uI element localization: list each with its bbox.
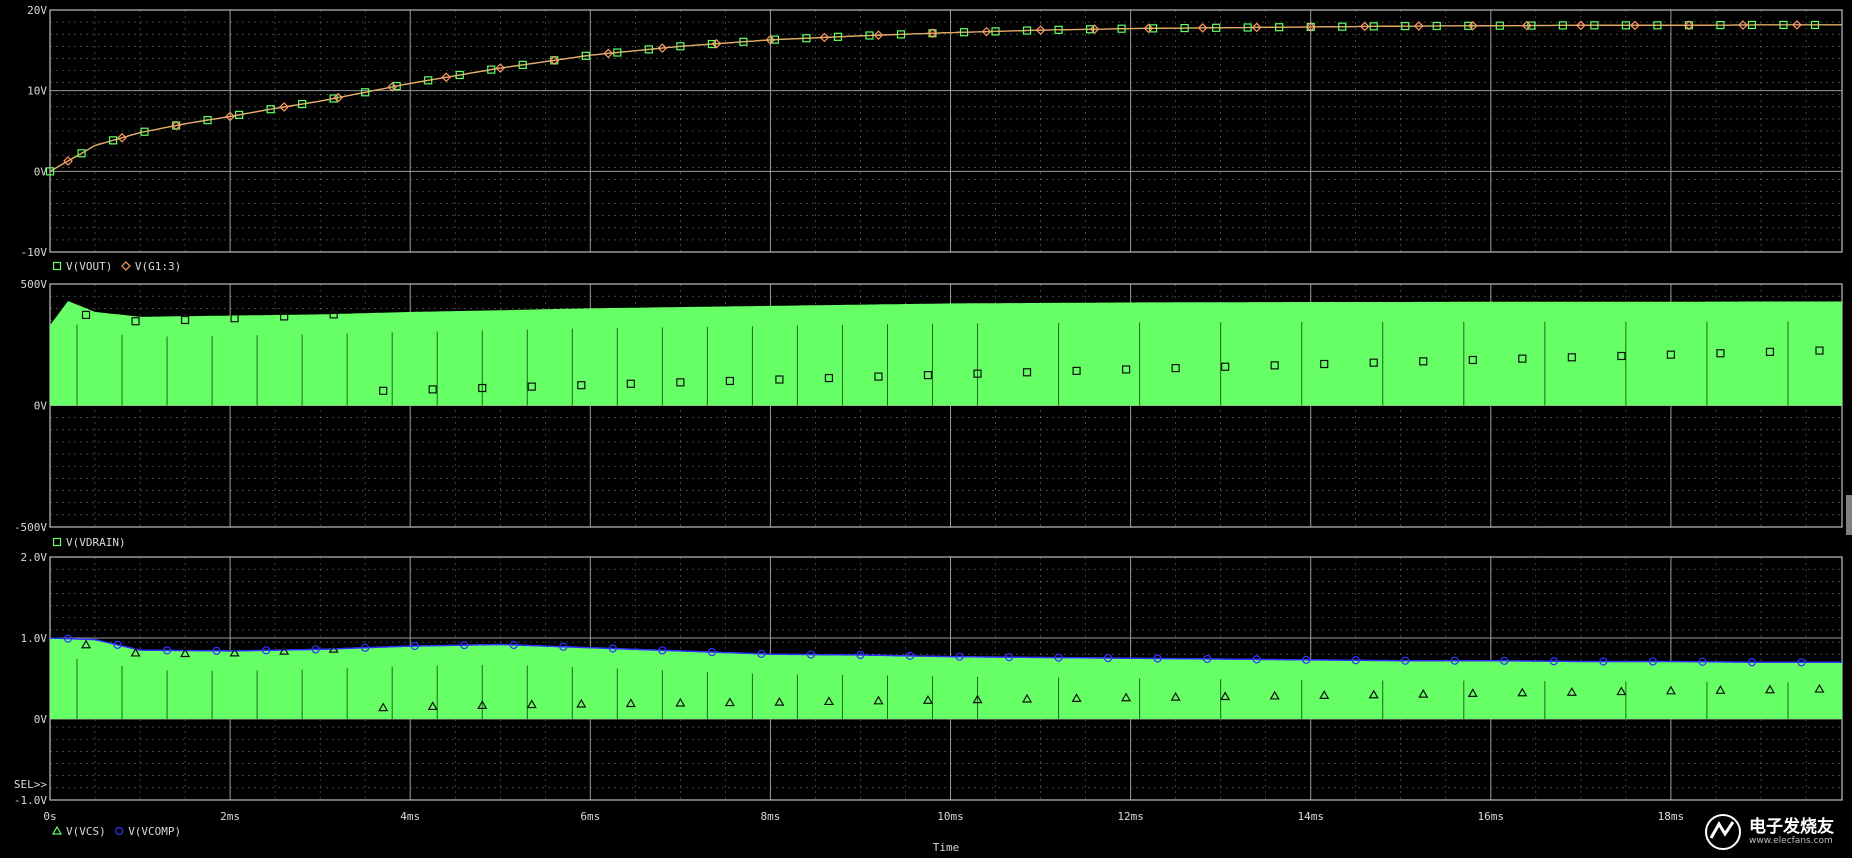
x-tick-label: 0s: [43, 810, 56, 823]
y-tick-label: -10V: [21, 246, 48, 259]
x-tick-label: 14ms: [1297, 810, 1324, 823]
y-tick-label: 10V: [27, 85, 47, 98]
y-tick-label: 0V: [34, 400, 48, 413]
x-tick-label: 4ms: [400, 810, 420, 823]
sel-marker-label: SEL>>: [14, 778, 47, 791]
y-tick-label: 0V: [34, 165, 48, 178]
series-line-V(VOUT): [49, 24, 1842, 172]
oscilloscope-plot: 20V 10V 0V -10V V(VOUT) V(G1:3) 500V 0V -500V V(V…: [14, 4, 1843, 854]
legend-marker: [52, 537, 62, 547]
legend-marker: [52, 261, 62, 271]
legend-entry: V(VCS): [66, 825, 106, 838]
legend-marker: [115, 826, 124, 836]
y-tick-label: 500V: [21, 278, 48, 291]
legend-entry: V(VOUT): [66, 260, 112, 273]
x-tick-label: 16ms: [1478, 810, 1505, 823]
legend-marker: [121, 261, 131, 271]
panel-3: 2.0V 1.0V 0V -1.0V: [14, 551, 1843, 807]
watermark-url: www.elecfans.com: [1749, 836, 1833, 846]
elecfans-logo-icon: [1705, 814, 1741, 850]
x-tick-label: 2ms: [220, 810, 240, 823]
series-line-V(G1:3): [49, 24, 1842, 172]
watermark: 电子发烧友 www.elecfans.com: [1703, 810, 1834, 854]
y-tick-label: 2.0V: [21, 551, 48, 564]
watermark-text: 电子发烧友: [1749, 817, 1834, 837]
legend-entry: V(VDRAIN): [66, 536, 126, 549]
panel-1: 20V 10V 0V -10V: [21, 4, 1843, 259]
vertical-scrollbar[interactable]: [1846, 495, 1852, 535]
legend-marker: [51, 825, 63, 835]
x-tick-label: 8ms: [760, 810, 780, 823]
x-axis-label: Time: [933, 841, 960, 854]
y-tick-label: -1.0V: [14, 794, 47, 807]
y-tick-label: 20V: [27, 4, 47, 17]
x-tick-label: 10ms: [937, 810, 964, 823]
x-tick-label: 12ms: [1117, 810, 1144, 823]
x-tick-label: 6ms: [580, 810, 600, 823]
y-tick-label: -500V: [14, 521, 47, 534]
x-tick-label: 18ms: [1658, 810, 1685, 823]
y-tick-label: 1.0V: [21, 632, 48, 645]
legend-entry: V(G1:3): [135, 260, 181, 273]
y-tick-label: 0V: [34, 713, 48, 726]
legend-entry: V(VCOMP): [128, 825, 181, 838]
